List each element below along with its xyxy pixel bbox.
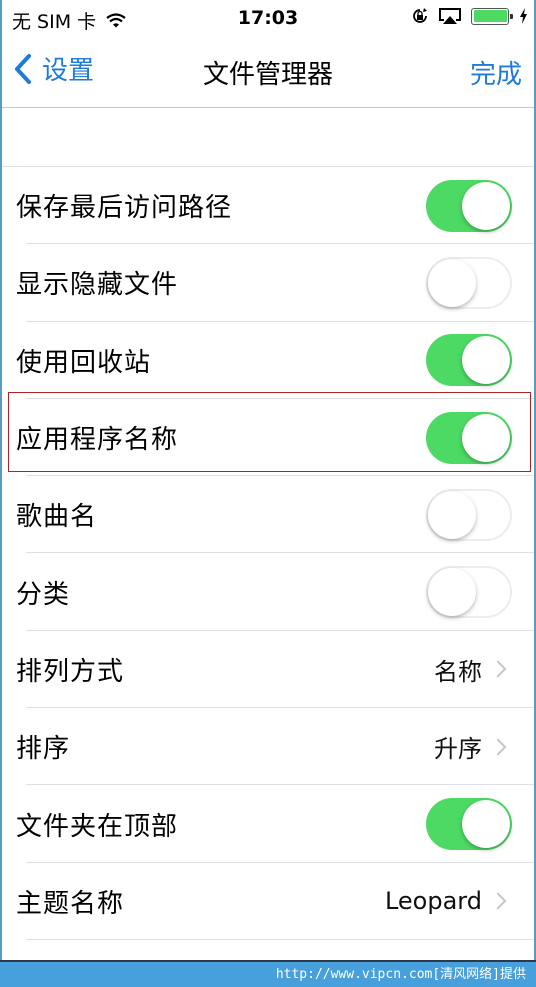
battery-icon — [471, 7, 513, 25]
toggle-folders-on-top[interactable] — [426, 798, 512, 851]
done-button[interactable]: 完成 — [470, 54, 522, 91]
row-folders-on-top: 文件夹在顶部 — [2, 785, 534, 863]
status-bar: 无 SIM 卡 17:03 — [2, 0, 534, 36]
toggle-app-name[interactable] — [426, 411, 512, 464]
wifi-icon — [106, 13, 126, 28]
row-sort-order[interactable]: 排序 升序 — [2, 708, 534, 786]
chevron-left-icon — [15, 53, 31, 84]
toggle-knob — [428, 568, 476, 617]
row-theme-name[interactable]: 主题名称 Leopard — [2, 863, 534, 941]
toggle-knob — [428, 258, 476, 307]
toggle-knob — [462, 336, 510, 385]
toggle-song-name[interactable] — [426, 488, 512, 541]
row-show-hidden-files: 显示隐藏文件 — [2, 244, 534, 322]
back-button[interactable]: 设置 — [14, 50, 94, 87]
row-save-last-path: 保存最后访问路径 — [2, 167, 534, 245]
row-label: 歌曲名 — [16, 502, 98, 533]
carrier-label: 无 SIM 卡 — [12, 11, 97, 33]
toggle-save-last-path[interactable] — [426, 179, 512, 232]
row-label: 保存最后访问路径 — [16, 193, 233, 224]
phone-screen: 无 SIM 卡 17:03 设置 文件管理器 完成 保存最后访问路径 显示隐藏文… — [0, 0, 536, 960]
row-value: Leopard — [384, 887, 482, 916]
row-label: 显示隐藏文件 — [16, 270, 179, 301]
row-label: 文件夹在顶部 — [16, 811, 179, 842]
toggle-show-hidden-files[interactable] — [426, 256, 512, 309]
toggle-use-recycle-bin[interactable] — [426, 334, 512, 387]
chevron-right-icon — [489, 738, 507, 756]
row-song-name: 歌曲名 — [2, 476, 534, 554]
row-label: 排序 — [16, 734, 71, 765]
row-label: 分类 — [16, 579, 71, 610]
charging-icon — [520, 8, 527, 24]
toggle-knob — [462, 800, 510, 849]
chevron-right-icon — [489, 892, 507, 910]
row-use-recycle-bin: 使用回收站 — [2, 322, 534, 400]
toggle-category[interactable] — [426, 566, 512, 619]
row-value: 名称 — [434, 657, 482, 686]
row-label: 排列方式 — [16, 656, 125, 687]
battery-fill — [473, 10, 507, 22]
row-label: 主题名称 — [16, 888, 125, 919]
watermark-banner: http://www.vipcn.com[清风网络]提供 — [0, 962, 536, 987]
airplay-icon — [439, 7, 461, 24]
back-label: 设置 — [42, 56, 95, 86]
row-app-name: 应用程序名称 — [2, 399, 534, 477]
row-value: 升序 — [434, 735, 482, 764]
toggle-knob — [428, 490, 476, 539]
navigation-bar: 设置 文件管理器 完成 — [2, 36, 534, 108]
toggle-knob — [462, 413, 510, 462]
row-category: 分类 — [2, 553, 534, 632]
settings-list: 保存最后访问路径 显示隐藏文件 使用回收站 应用程序名称 歌曲名 分类 排列方式… — [2, 166, 534, 941]
rotation-lock-icon — [413, 8, 427, 23]
toggle-knob — [462, 181, 510, 230]
chevron-right-icon — [489, 660, 507, 678]
row-label: 使用回收站 — [16, 347, 152, 378]
row-sort-by[interactable]: 排列方式 名称 — [2, 631, 534, 709]
row-label: 应用程序名称 — [16, 425, 179, 456]
